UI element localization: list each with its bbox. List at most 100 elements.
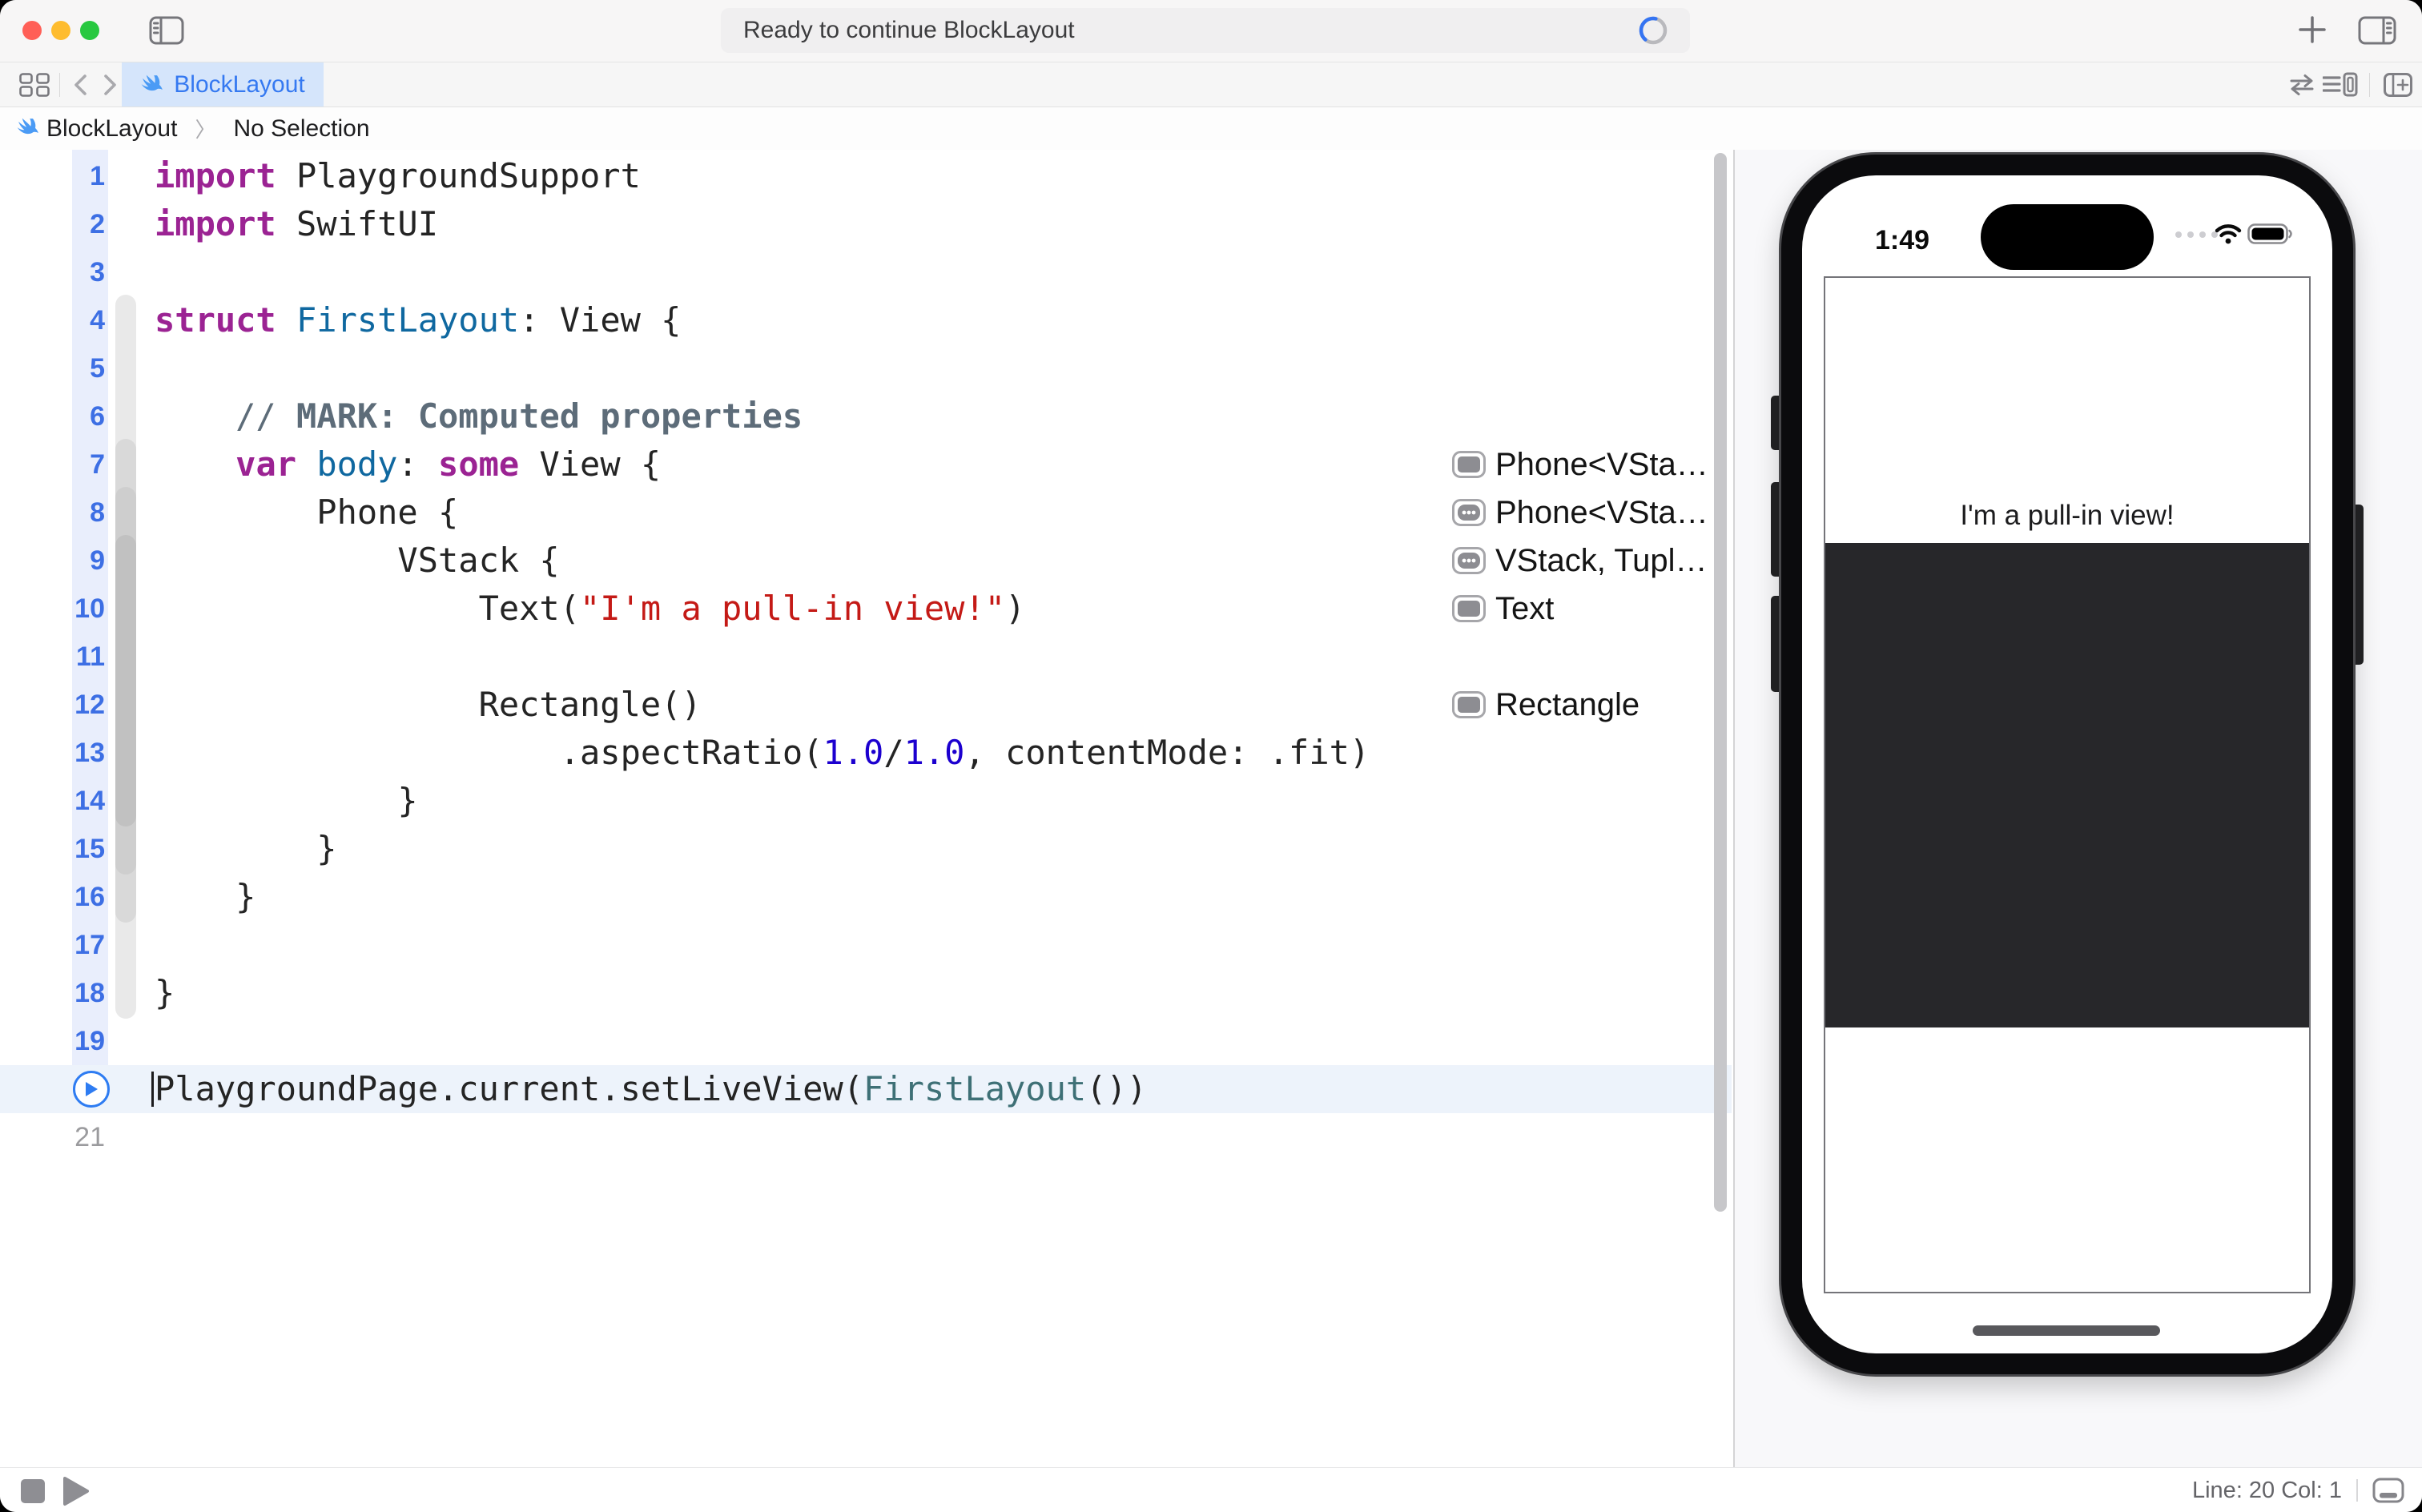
text-cursor <box>151 1072 154 1107</box>
phone-action-button <box>1771 396 1782 450</box>
code-line[interactable]: 2 import SwiftUI <box>0 200 1730 248</box>
line-number: 10 <box>74 593 105 624</box>
line-number: 9 <box>90 545 105 576</box>
play-icon <box>86 1082 98 1096</box>
code-line[interactable]: 5 <box>0 344 1730 392</box>
code-text: } <box>155 973 175 1012</box>
wifi-icon <box>2215 224 2242 244</box>
bottom-panel-toggle-button[interactable] <box>2372 1478 2404 1503</box>
phone-volume-down-button <box>1771 596 1782 692</box>
code-line[interactable]: 16 } <box>0 873 1730 921</box>
code-line[interactable]: 4 struct FirstLayout: View { <box>0 296 1730 344</box>
code-text: Rectangle() <box>155 685 702 724</box>
code-editor[interactable]: 1 import PlaygroundSupport 2 import SwiftUI… <box>0 152 1730 1161</box>
dynamic-island <box>1981 204 2154 270</box>
code-line[interactable]: 17 <box>0 921 1730 969</box>
result-label: VStack, Tupl… <box>1495 542 1708 578</box>
activity-status-text: Ready to continue BlockLayout <box>743 17 1075 43</box>
result-dots-icon <box>1452 499 1486 526</box>
code-line[interactable]: 13 .aspectRatio(1.0/1.0, contentMode: .f… <box>0 729 1730 777</box>
activity-status-pill: Ready to continue BlockLayout <box>721 8 1690 53</box>
line-number: 2 <box>90 209 105 239</box>
phone-volume-up-button <box>1771 482 1782 577</box>
code-line[interactable]: 18} <box>0 969 1730 1017</box>
run-play-icon <box>63 1477 89 1506</box>
run-button[interactable] <box>62 1476 90 1506</box>
iphone-screen: 1:49 I'm a pull-in view! <box>1802 175 2332 1353</box>
swift-file-icon <box>141 74 163 90</box>
tab-blocklayout[interactable]: BlockLayout <box>122 62 324 107</box>
titlebar: Ready to continue BlockLayout <box>0 0 2422 62</box>
result-label: Phone<VSta… <box>1495 446 1708 482</box>
code-line[interactable]: 15 } <box>0 825 1730 873</box>
code-line[interactable]: 11 <box>0 633 1730 681</box>
live-text: I'm a pull-in view! <box>1960 500 2175 531</box>
line-number: 13 <box>74 738 105 768</box>
line-number: 8 <box>90 497 105 528</box>
code-text: import PlaygroundSupport <box>155 156 641 195</box>
tab-overview-button[interactable] <box>19 73 50 97</box>
jump-bar: BlockLayout 〉 No Selection <box>0 107 2422 151</box>
sidebar-right-icon <box>2358 16 2396 45</box>
result-item[interactable]: Text <box>1452 589 1554 629</box>
battery-icon <box>2247 223 2292 244</box>
toggle-right-sidebar-button[interactable] <box>2358 16 2396 45</box>
line-number: 4 <box>90 305 105 336</box>
code-text: Phone { <box>155 493 459 532</box>
code-line[interactable]: 19 <box>0 1017 1730 1065</box>
close-window-button[interactable] <box>22 21 42 40</box>
line-number: 11 <box>76 641 105 672</box>
chevron-left-icon <box>74 74 86 95</box>
line-number: 6 <box>90 401 105 432</box>
result-plain-icon <box>1452 691 1486 718</box>
go-forward-button[interactable] <box>99 74 120 96</box>
stop-button[interactable] <box>21 1479 45 1503</box>
add-editor-button[interactable] <box>2384 73 2412 97</box>
status-bar: Line: 20 Col: 1 <box>0 1467 2422 1512</box>
tab-bar: BlockLayout <box>0 62 2422 107</box>
code-line[interactable]: 1 import PlaygroundSupport <box>0 152 1730 200</box>
editor-scrollbar[interactable] <box>1714 153 1727 1212</box>
line-number: 18 <box>74 978 105 1008</box>
code-text: } <box>155 877 256 916</box>
go-back-button[interactable] <box>70 74 91 96</box>
toggle-live-view-button[interactable] <box>2289 74 2315 96</box>
code-line[interactable]: 21 <box>0 1113 1730 1161</box>
line-number: 5 <box>90 353 105 384</box>
result-plain-icon <box>1452 451 1486 478</box>
sidebar-left-icon <box>149 16 184 45</box>
line-number: 3 <box>90 257 105 288</box>
run-to-line-button[interactable] <box>73 1071 110 1108</box>
code-text: // MARK: Computed properties <box>155 396 803 436</box>
add-playground-button[interactable] <box>2295 13 2329 46</box>
toggle-left-sidebar-button[interactable] <box>149 16 184 45</box>
code-line[interactable]: 6 // MARK: Computed properties <box>0 392 1730 440</box>
result-item[interactable]: Phone<VSta… <box>1452 493 1708 533</box>
chevron-right-icon <box>104 74 116 95</box>
result-item[interactable]: VStack, Tupl… <box>1452 541 1708 581</box>
live-view-canvas: I'm a pull-in view! <box>1824 276 2311 1293</box>
tab-label: BlockLayout <box>174 70 305 98</box>
zoom-window-button[interactable] <box>80 21 99 40</box>
result-item[interactable]: Phone<VSta… <box>1452 444 1708 485</box>
line-number: 19 <box>74 1026 105 1056</box>
main-area: 1 import PlaygroundSupport 2 import SwiftUI… <box>0 150 2422 1467</box>
code-text: PlaygroundPage.current.setLiveView(First… <box>155 1069 1148 1108</box>
line-col-indicator: Line: 20 Col: 1 <box>2191 1477 2342 1503</box>
result-plain-icon <box>1452 595 1486 622</box>
editor-options-button[interactable] <box>2323 72 2358 98</box>
progress-spinner-icon <box>1637 14 1669 46</box>
code-line[interactable]: 3 <box>0 248 1730 296</box>
playground-window: Ready to continue BlockLayout BlockLayou… <box>0 0 2422 1512</box>
editor-options-icon <box>2323 72 2358 97</box>
plus-icon <box>2299 16 2326 43</box>
code-line[interactable]: PlaygroundPage.current.setLiveView(First… <box>0 1065 1730 1113</box>
home-indicator <box>1973 1325 2160 1336</box>
result-label: Rectangle <box>1495 686 1640 722</box>
minimize-window-button[interactable] <box>51 21 70 40</box>
line-number: 7 <box>90 449 105 480</box>
result-item[interactable]: Rectangle <box>1452 685 1639 725</box>
breadcrumb-selection[interactable]: No Selection <box>233 115 369 143</box>
breadcrumb-file[interactable]: BlockLayout <box>46 115 177 143</box>
code-line[interactable]: 14 } <box>0 777 1730 825</box>
